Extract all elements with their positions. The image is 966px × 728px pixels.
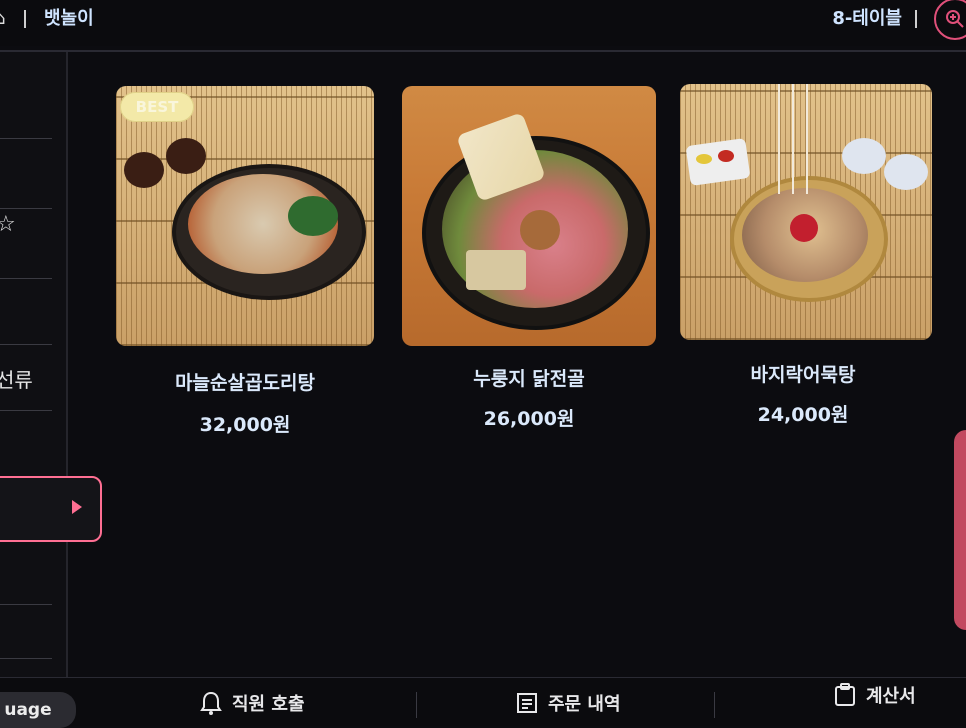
zoom-in-button[interactable]: [934, 0, 966, 40]
sidebar-divider: [0, 658, 52, 659]
top-bar: ⌂ 뱃놀이 8-테이블: [0, 0, 966, 46]
divider: [915, 10, 917, 28]
sidebar-divider: [0, 344, 52, 345]
item-name: 바지락어묵탕: [750, 364, 856, 386]
sidebar-divider: [0, 138, 52, 139]
bottom-bar: uage 직원 호출 주문 내역 계산서: [0, 677, 966, 728]
table-label: 8-테이블: [832, 8, 902, 29]
bell-icon: [200, 691, 222, 715]
menu-grid: BEST 마늘순살곱도리탕 32,000원 누룽지 닭전골 26,000원 바지…: [96, 52, 966, 677]
cart-panel-edge[interactable]: [954, 430, 966, 630]
order-history-label: 주문 내역: [548, 694, 621, 715]
zoom-in-icon: [946, 10, 964, 28]
clipboard-icon: [835, 683, 855, 706]
sidebar-item-selected[interactable]: [0, 476, 102, 542]
item-price: 24,000원: [757, 404, 849, 426]
sidebar-divider: [0, 410, 52, 411]
home-icon[interactable]: ⌂: [0, 8, 8, 30]
menu-photo[interactable]: [402, 86, 656, 346]
sidebar-divider: [0, 278, 52, 279]
item-name: 누룽지 닭전골: [473, 368, 585, 390]
menu-photo[interactable]: BEST: [116, 86, 374, 346]
divider: [416, 692, 417, 718]
sidebar-divider: [0, 604, 52, 605]
sidebar-divider: [0, 208, 52, 209]
sidebar-item-label[interactable]: 선류: [0, 364, 33, 393]
bill-label: 계산서: [866, 686, 916, 707]
bill-button[interactable]: 계산서: [834, 682, 916, 708]
call-staff-label: 직원 호출: [232, 694, 305, 715]
store-name: 뱃놀이: [44, 8, 94, 29]
order-history-button[interactable]: 주문 내역: [516, 690, 621, 716]
divider: [24, 10, 26, 28]
best-badge: BEST: [120, 92, 194, 122]
item-price: 26,000원: [483, 408, 575, 430]
play-arrow-icon: [72, 500, 82, 514]
divider: [714, 692, 715, 718]
item-name: 마늘순살곱도리탕: [175, 372, 315, 394]
item-price: 32,000원: [199, 414, 291, 436]
call-staff-button[interactable]: 직원 호출: [200, 690, 305, 716]
sidebar-item-favorites[interactable]: ☆: [0, 212, 16, 237]
language-button[interactable]: uage: [0, 692, 76, 728]
receipt-list-icon: [517, 693, 537, 713]
category-sidebar: ☆ 선류: [0, 52, 68, 677]
menu-photo[interactable]: [680, 84, 932, 340]
